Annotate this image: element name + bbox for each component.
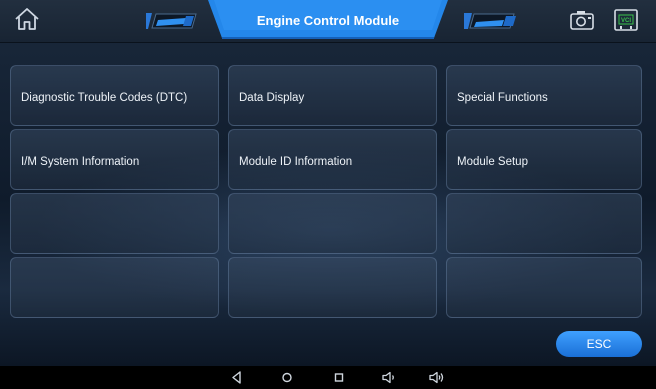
menu-tile-empty	[10, 257, 219, 318]
volume-down-icon	[382, 371, 394, 384]
menu-tile-module-setup[interactable]: Module Setup	[446, 129, 642, 190]
menu-tile-special-functions[interactable]: Special Functions	[446, 65, 642, 126]
menu-tile-label: I/M System Information	[21, 156, 140, 168]
vci-icon: VCI	[614, 9, 638, 31]
menu-tile-label: Module Setup	[457, 156, 528, 168]
nav-volume-down-button[interactable]	[380, 369, 398, 386]
nav-recents-button[interactable]	[330, 369, 348, 386]
menu-tile-label: Data Display	[239, 92, 305, 104]
menu-tile-empty	[228, 193, 437, 254]
vci-status-button[interactable]: VCI	[612, 7, 640, 33]
home-circle-icon	[282, 372, 292, 383]
menu-tile-label: Special Functions	[457, 92, 548, 104]
menu-tile-module-id-information[interactable]: Module ID Information	[228, 129, 437, 190]
home-icon	[15, 8, 39, 30]
menu-tile-im-system-information[interactable]: I/M System Information	[10, 129, 219, 190]
menu-tile-empty	[446, 193, 642, 254]
header-decoration-right	[464, 13, 516, 29]
menu-tile-label: Diagnostic Trouble Codes (DTC)	[21, 92, 188, 104]
back-icon	[232, 371, 241, 384]
menu-tile-empty	[10, 193, 219, 254]
function-menu-grid: Diagnostic Trouble Codes (DTC) Data Disp…	[10, 65, 642, 320]
menu-tile-dtc[interactable]: Diagnostic Trouble Codes (DTC)	[10, 65, 219, 126]
volume-up-icon	[429, 371, 444, 384]
title-tab-text-holder: Engine Control Module	[208, 0, 448, 40]
camera-icon	[570, 11, 594, 30]
android-nav-bar	[0, 366, 656, 389]
header-decoration-left	[146, 13, 197, 29]
page-title: Engine Control Module	[256, 13, 400, 28]
home-button[interactable]	[12, 6, 42, 32]
nav-volume-up-button[interactable]	[428, 369, 446, 386]
screenshot-button[interactable]	[568, 8, 596, 32]
nav-back-button[interactable]	[228, 369, 246, 386]
recents-icon	[334, 373, 344, 382]
menu-tile-data-display[interactable]: Data Display	[228, 65, 437, 126]
app-screen: Engine Control Module VCI Diagnostic Tro…	[0, 0, 656, 389]
menu-tile-empty	[446, 257, 642, 318]
menu-tile-empty	[228, 257, 437, 318]
menu-tile-label: Module ID Information	[239, 156, 353, 168]
top-bar: Engine Control Module VCI	[0, 0, 656, 43]
svg-text:VCI: VCI	[621, 18, 631, 24]
nav-home-button[interactable]	[278, 369, 296, 386]
esc-button[interactable]: ESC	[556, 331, 642, 357]
